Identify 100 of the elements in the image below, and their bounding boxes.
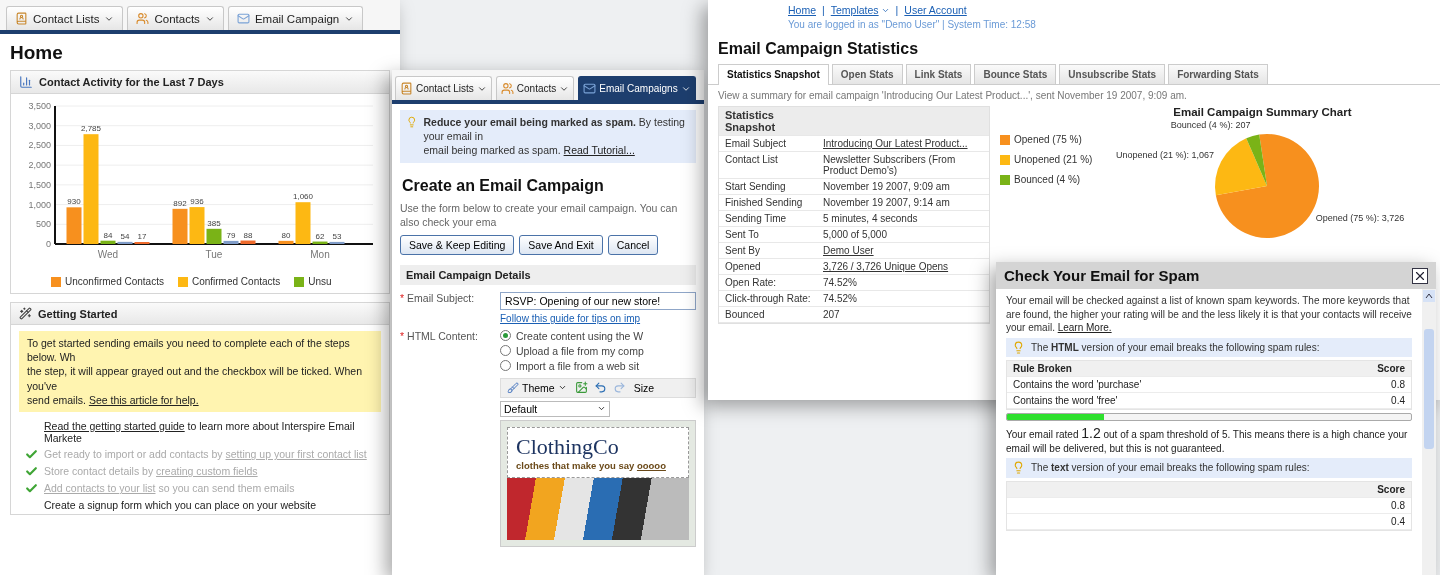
stats-tab[interactable]: Unsubscribe Stats <box>1059 63 1166 84</box>
legend-label: Bounced (4 %) <box>1014 174 1081 185</box>
panel-title: Getting Started <box>38 307 118 320</box>
tip-text: Reduce your email being marked as spam. By testing your email in email being marked as spam. Read Tutorial... <box>423 115 686 158</box>
column-header: Score <box>1377 483 1405 495</box>
table-title: Statistics Snapshot <box>725 109 777 133</box>
help-link[interactable]: See this article for help. <box>88 393 199 406</box>
separator: | <box>895 4 899 16</box>
scrollbar[interactable] <box>1422 289 1436 575</box>
top-link[interactable]: Templates <box>830 4 890 16</box>
close-button[interactable] <box>1412 267 1428 284</box>
legend-label: Opened (75 %) <box>1014 134 1082 145</box>
nav-tab[interactable]: Contacts <box>495 76 575 100</box>
axis-tick-label: 3,000 <box>28 120 51 131</box>
bar-value-label: 930 <box>67 197 81 207</box>
table-cell-text: Start Sending <box>725 181 787 192</box>
radio-button[interactable] <box>500 330 511 342</box>
table-link[interactable]: 3,726 / 3,726 Unique Opens <box>823 261 983 272</box>
table-link[interactable]: Introducing Our Latest Product... <box>823 138 983 149</box>
bar-value-label: 54 <box>120 231 130 241</box>
nav-tab[interactable]: Email Campaigns <box>578 76 696 100</box>
page-description: View a summary for email campaign 'Introducing Our Latest Product...', sent November 19 2007, 9:09 am. <box>717 88 1188 103</box>
rating-text: Your email rated 1.2 out of a spam threshold of 5. This means there is a high chance your email will be delivered, but this is not guaranteed. <box>1006 424 1409 456</box>
login-status: You are logged in as "Demo User" | System Time: 12:58 <box>788 18 1036 32</box>
guide-link[interactable]: Read the getting started guide <box>44 419 185 432</box>
form-button[interactable]: Save And Exit <box>519 234 603 255</box>
nav-tab[interactable]: Contacts <box>127 6 224 30</box>
learn-more-link[interactable]: Learn More. <box>1057 322 1112 333</box>
table-cell-text: Click-through Rate: <box>725 293 812 304</box>
notice-text: To get started sending emails you need to complete each of the steps below. Wh the step, it will appear grayed out and the checkbox will be ticked. When you've send emails. See this article for help. <box>19 331 381 412</box>
page-title: Email Campaign Statistics <box>718 39 920 58</box>
address-book-icon <box>15 12 28 25</box>
nav-tab[interactable]: Email Campaign <box>227 6 364 30</box>
radio-option[interactable]: Upload a file from my comp <box>500 344 696 357</box>
stats-tab[interactable]: Bounce Stats <box>974 63 1057 84</box>
table-link[interactable]: Demo User <box>823 245 983 256</box>
format-select[interactable]: Default <box>500 400 610 417</box>
bar-value-label: 53 <box>332 231 342 241</box>
dialog-title: Check Your Email for Spam <box>1004 267 1200 284</box>
bar-value-label: 2,785 <box>81 124 101 134</box>
table-cell-text: November 19 2007, 9:14 am <box>823 197 951 208</box>
bar-value-label: 79 <box>226 230 236 240</box>
undo-icon <box>593 381 607 395</box>
lightbulb-icon <box>406 115 418 129</box>
guide-link[interactable]: Follow this guide for tips on imp <box>500 312 696 324</box>
theme-button[interactable]: Theme <box>505 380 569 395</box>
top-link[interactable]: Home <box>788 4 816 16</box>
lightbulb-icon <box>1012 340 1025 354</box>
axis-category-label: Mon <box>310 249 330 260</box>
page-title: Create an Email Campaign <box>402 176 605 195</box>
axis-tick-label: 500 <box>35 219 51 230</box>
slice-label: Bounced (4 %): 207 <box>1171 120 1251 131</box>
brush-icon <box>507 381 519 394</box>
bar-value-label: 892 <box>173 198 187 208</box>
radio-option[interactable]: Import a file from a web sit <box>500 359 696 372</box>
bar-value-label: 17 <box>137 232 147 241</box>
logo-text: ClothingCo <box>516 433 620 460</box>
wand-icon <box>19 307 32 320</box>
people-icon <box>136 12 150 25</box>
stats-tab[interactable]: Statistics Snapshot <box>718 63 829 85</box>
table-cell-text: Newsletter Subscribers (From Product Demo's) <box>823 154 957 176</box>
top-link[interactable]: User Account <box>904 4 967 16</box>
axis-tick-label: 1,500 <box>28 179 51 190</box>
axis-tick-label: 2,500 <box>28 140 51 151</box>
nav-tab[interactable]: Contact Lists <box>395 76 492 100</box>
tutorial-link[interactable]: Read Tutorial... <box>563 144 635 157</box>
nav-tab[interactable]: Contact Lists <box>6 6 124 30</box>
step-text: Get ready to import or add contacts by setting up your first contact list <box>44 448 367 461</box>
envelope-icon <box>236 12 250 25</box>
stats-tab[interactable]: Forwarding Stats <box>1168 63 1268 84</box>
subject-field[interactable]: RSVP: Opening of our new store! <box>500 291 696 310</box>
stats-tab[interactable]: Link Stats <box>905 63 972 84</box>
axis-tick-label: 1,000 <box>28 199 51 210</box>
table-cell-text: November 19 2007, 9:09 am <box>823 181 951 192</box>
axis-tick-label: 3,500 <box>28 101 51 111</box>
separator: | <box>822 4 825 16</box>
form-button[interactable]: Cancel <box>607 234 659 255</box>
bar-value-label: 88 <box>243 230 253 240</box>
bar-value-label: 385 <box>207 218 221 228</box>
form-button[interactable]: Save & Keep Editing <box>400 234 515 255</box>
bar-value-label: 80 <box>281 230 291 240</box>
stats-tab[interactable]: Open Stats <box>831 63 903 84</box>
column-header: Score <box>1377 363 1405 374</box>
chart-bar <box>172 208 188 244</box>
table-cell-text: Sent By <box>725 245 762 256</box>
page-description: Use the form below to create your email campaign. You can also check your ema <box>399 200 679 229</box>
table-cell-text: Email Subject <box>725 138 788 149</box>
size-button[interactable]: Size <box>631 380 657 395</box>
bar-value-label: 1,060 <box>293 192 313 202</box>
redo-icon <box>612 381 626 395</box>
legend-swatch <box>51 276 61 287</box>
table-cell-text: 5,000 of 5,000 <box>823 229 888 240</box>
column-header: Rule Broken <box>1013 363 1072 374</box>
table-cell-text: 207 <box>823 309 841 320</box>
legend-label: Unsu <box>308 276 332 287</box>
tip-text: The HTML version of your email breaks the following spam rules: <box>1031 340 1320 354</box>
radio-button[interactable] <box>500 360 511 372</box>
radio-option[interactable]: Create content using the W <box>500 329 696 342</box>
radio-button[interactable] <box>500 345 511 357</box>
table-cell-text: 74.52% <box>823 277 858 288</box>
